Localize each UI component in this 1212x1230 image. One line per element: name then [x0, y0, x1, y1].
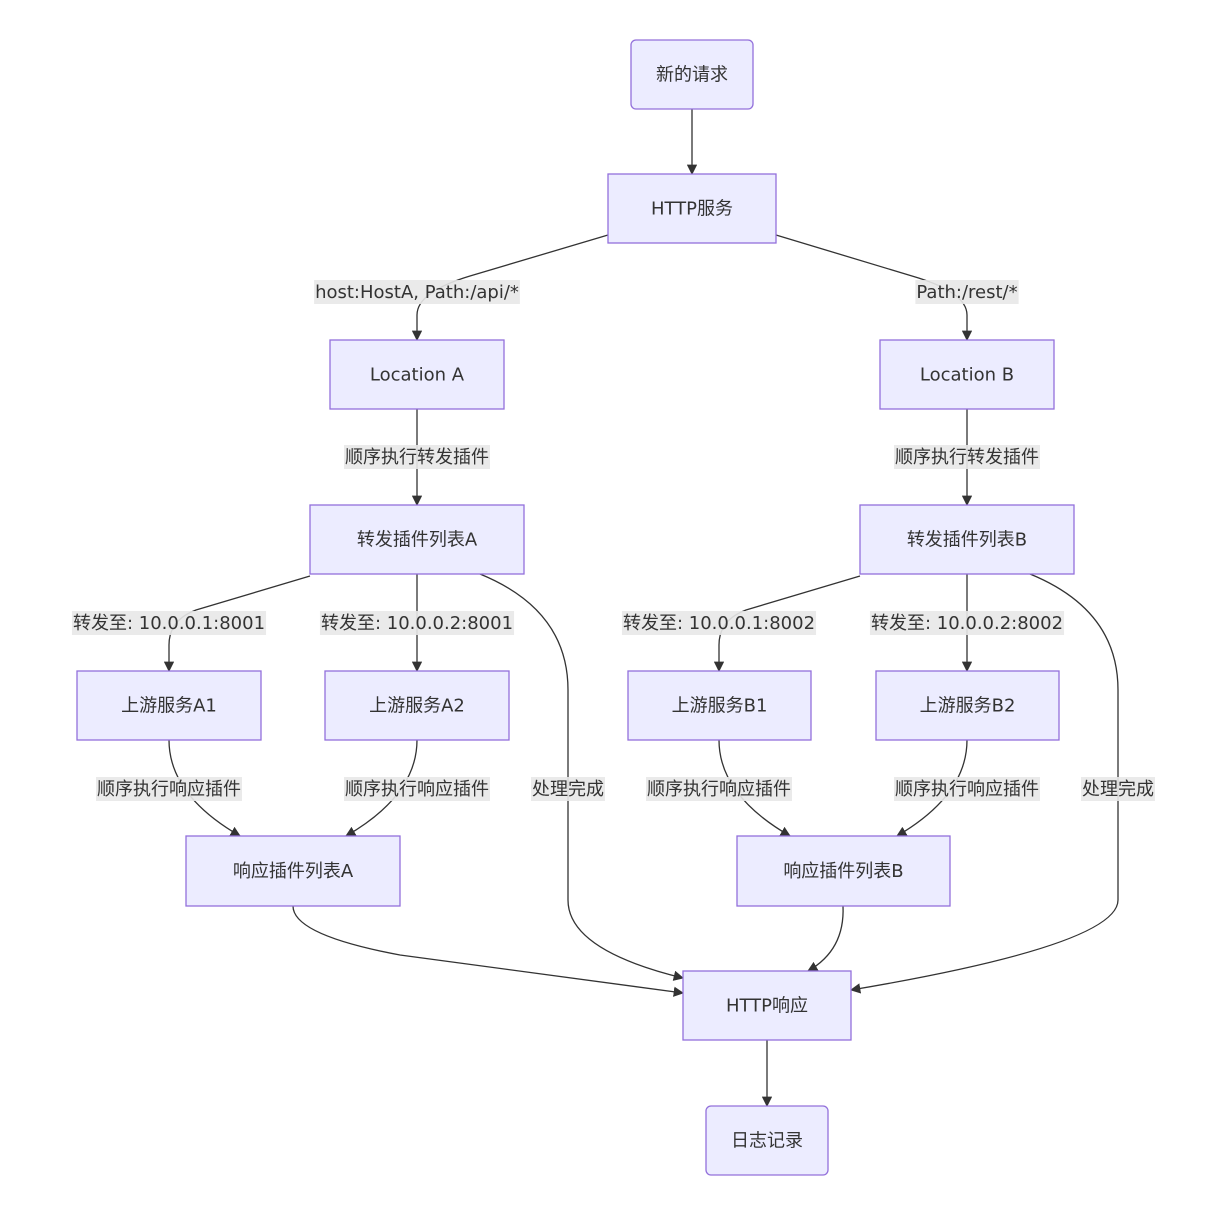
node-A2: 上游服务A2: [324, 670, 510, 741]
node-label: 上游服务B2: [920, 696, 1016, 717]
edge-label-text: 转发至: 10.0.0.2:8001: [321, 613, 513, 634]
node-A1: 上游服务A1: [76, 670, 262, 741]
flowchart-canvas: host:HostA, Path:/api/* Path:/rest/* 顺序执行转…: [71, 39, 1155, 1176]
edge-label-text: Path:/rest/*: [916, 282, 1017, 303]
edge-label-text: 处理完成: [1082, 779, 1154, 800]
edge-label: 转发至: 10.0.0.2:8002: [869, 611, 1065, 635]
node-label: Location A: [370, 365, 465, 386]
edge-label-text: 顺序执行响应插件: [97, 779, 241, 800]
node-locA: Location A: [329, 339, 505, 410]
node-start: 新的请求: [630, 39, 754, 110]
edge-label: 顺序执行转发插件: [344, 445, 490, 469]
node-label: 转发插件列表B: [907, 530, 1027, 551]
edge-label-text: 顺序执行响应插件: [345, 779, 489, 800]
node-label: 日志记录: [731, 1131, 803, 1152]
node-B2: 上游服务B2: [875, 670, 1060, 741]
edge-label-text: 顺序执行响应插件: [895, 779, 1039, 800]
node-httpresp: HTTP响应: [682, 970, 852, 1041]
edge-label-text: 转发至: 10.0.0.1:8002: [623, 613, 815, 634]
node-label: 上游服务B1: [672, 696, 768, 717]
edge-label-text: 处理完成: [532, 779, 604, 800]
node-fwdB: 转发插件列表B: [859, 504, 1075, 575]
node-label: 响应插件列表A: [233, 861, 354, 882]
edge-label: 顺序执行响应插件: [646, 777, 792, 801]
node-label: 新的请求: [656, 65, 728, 86]
edge-respA-to-httpresp: [292, 905, 685, 997]
node-fwdA: 转发插件列表A: [309, 504, 525, 575]
edge-label-text: 顺序执行转发插件: [345, 447, 489, 468]
node-http: HTTP服务: [607, 173, 777, 244]
edge-label-text: 转发至: 10.0.0.2:8002: [871, 613, 1063, 634]
node-respA: 响应插件列表A: [185, 835, 401, 907]
edge-label: 处理完成: [531, 777, 605, 801]
edge-label-text: 顺序执行响应插件: [647, 779, 791, 800]
edge-label: Path:/rest/*: [915, 280, 1019, 304]
edge-label-text: 转发至: 10.0.0.1:8001: [73, 613, 265, 634]
node-label: Location B: [920, 365, 1014, 386]
edge-label: 顺序执行响应插件: [344, 777, 490, 801]
node-label: 上游服务A1: [121, 696, 217, 717]
edge-label: 顺序执行响应插件: [96, 777, 242, 801]
node-label: 响应插件列表B: [783, 861, 903, 882]
edge-label: 转发至: 10.0.0.2:8001: [319, 611, 515, 635]
flowchart: host:HostA, Path:/api/* Path:/rest/* 顺序执行转…: [0, 0, 1212, 1230]
node-B1: 上游服务B1: [627, 670, 812, 741]
edge-label: host:HostA, Path:/api/*: [314, 280, 520, 304]
node-locB: Location B: [879, 339, 1055, 410]
node-respB: 响应插件列表B: [736, 835, 951, 907]
edge-label-text: host:HostA, Path:/api/*: [315, 282, 519, 303]
node-label: 转发插件列表A: [357, 530, 478, 551]
edge-label: 顺序执行转发插件: [894, 445, 1040, 469]
node-label: HTTP响应: [726, 996, 808, 1017]
edge-respB-to-httpresp: [807, 905, 844, 972]
node-label: 上游服务A2: [369, 696, 465, 717]
edge-label: 顺序执行响应插件: [894, 777, 1040, 801]
edge-label: 转发至: 10.0.0.1:8001: [71, 611, 267, 635]
edge-label: 处理完成: [1081, 777, 1155, 801]
node-log: 日志记录: [705, 1105, 829, 1176]
edge-label: 转发至: 10.0.0.1:8002: [621, 611, 817, 635]
node-label: HTTP服务: [651, 199, 733, 220]
edge-label-text: 顺序执行转发插件: [895, 447, 1039, 468]
